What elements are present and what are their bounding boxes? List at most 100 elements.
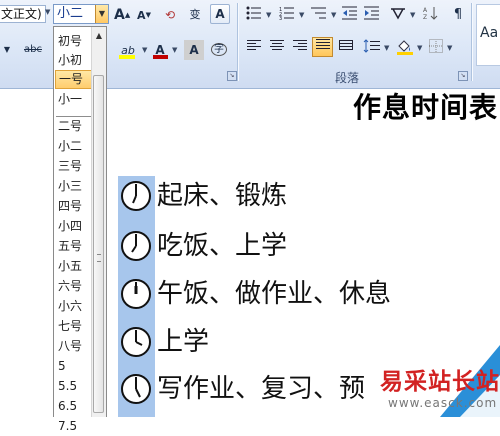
list-item-text: 起床、锻炼 bbox=[157, 181, 288, 211]
font-size-option[interactable]: 小三 bbox=[55, 177, 92, 196]
clear-formatting-icon: ⟲ bbox=[164, 8, 176, 22]
font-size-option[interactable]: 一号 bbox=[55, 70, 92, 89]
font-size-option[interactable]: 7.5 bbox=[55, 417, 92, 436]
align-right-icon bbox=[293, 40, 307, 50]
quick-styles-gallery[interactable]: Aa bbox=[476, 4, 500, 66]
decrease-indent-button[interactable] bbox=[340, 5, 360, 25]
grow-font-button[interactable]: A▲ bbox=[113, 5, 131, 25]
chinese-layout-button[interactable] bbox=[387, 5, 409, 25]
font-size-option[interactable]: 小五 bbox=[55, 257, 92, 276]
font-size-option[interactable]: 三号 bbox=[55, 157, 92, 176]
borders-button[interactable] bbox=[426, 38, 446, 58]
font-size-dropdown-button[interactable]: ▼ bbox=[95, 5, 108, 23]
strikethrough-button[interactable]: abc bbox=[18, 40, 48, 60]
sort-icon: AZ bbox=[423, 7, 438, 21]
multilevel-dropdown-icon[interactable]: ▼ bbox=[331, 11, 336, 19]
font-size-option[interactable]: 小四 bbox=[55, 217, 92, 236]
borders-dropdown-icon[interactable]: ▼ bbox=[447, 44, 452, 52]
chinese-layout-dropdown-icon[interactable]: ▼ bbox=[410, 11, 415, 19]
list-item-text: 吃饭、上学 bbox=[157, 231, 288, 261]
group-separator bbox=[237, 3, 238, 81]
font-size-option[interactable]: 小二 bbox=[55, 137, 92, 156]
shading-button[interactable] bbox=[394, 38, 416, 58]
bullets-button[interactable] bbox=[243, 5, 265, 25]
show-marks-button[interactable]: ¶ bbox=[448, 5, 468, 25]
scroll-up-arrow-icon[interactable]: ▲ bbox=[94, 31, 104, 41]
grow-font-icon: ▲ bbox=[124, 11, 131, 19]
watermark-url: www.easck.com bbox=[388, 396, 498, 410]
font-size-combo[interactable]: 小二 ▼ bbox=[53, 4, 109, 24]
font-color-dropdown-icon[interactable]: ▼ bbox=[172, 46, 177, 54]
group-separator bbox=[471, 3, 472, 81]
highlight-dropdown-icon[interactable]: ▼ bbox=[142, 46, 147, 54]
bullets-dropdown-icon[interactable]: ▼ bbox=[266, 11, 271, 19]
justify-button[interactable] bbox=[312, 37, 333, 57]
font-size-option[interactable]: 初号 bbox=[55, 32, 92, 51]
dropdown-scrollbar[interactable]: ▲ bbox=[91, 27, 106, 417]
font-color-button[interactable]: A bbox=[150, 40, 170, 60]
character-shading-icon: A bbox=[189, 43, 199, 57]
shrink-font-icon: ▼ bbox=[145, 11, 151, 19]
font-size-option[interactable]: 6.5 bbox=[55, 397, 92, 416]
font-size-option[interactable]: 二号 bbox=[55, 117, 92, 136]
clear-formatting-button[interactable]: ⟲ bbox=[160, 5, 180, 25]
font-size-option[interactable]: 六号 bbox=[55, 277, 92, 296]
svg-text:3: 3 bbox=[279, 16, 282, 20]
font-size-option[interactable]: 七号 bbox=[55, 317, 92, 336]
font-size-option[interactable]: 四号 bbox=[55, 197, 92, 216]
underline-dropdown-icon[interactable]: ▼ bbox=[0, 40, 14, 60]
multilevel-list-button[interactable] bbox=[308, 5, 330, 25]
phonetic-guide-button[interactable]: 变 bbox=[184, 5, 206, 25]
font-size-option[interactable]: 五号 bbox=[55, 237, 92, 256]
numbering-icon: 123 bbox=[279, 7, 294, 22]
numbering-dropdown-icon[interactable]: ▼ bbox=[299, 11, 304, 19]
scrollbar-thumb[interactable] bbox=[93, 75, 104, 413]
style-preview-text: Aa bbox=[480, 25, 499, 41]
line-spacing-button[interactable] bbox=[361, 38, 383, 58]
increase-indent-icon bbox=[364, 6, 379, 20]
align-left-icon bbox=[247, 40, 261, 50]
multilevel-list-icon bbox=[311, 7, 326, 19]
clock-2pm-icon bbox=[121, 327, 151, 357]
font-size-dropdown-list[interactable]: 初号 小初 一号 小一二号 小二 三号 小三 四号 小四 五号 小五 六号 小六 七号 八号 5 5.5 6.5 7… bbox=[53, 26, 107, 433]
text-highlight-button[interactable]: ab bbox=[115, 40, 141, 60]
enclose-characters-icon: 字 bbox=[211, 43, 227, 56]
phonetic-guide-icon: 变 bbox=[189, 8, 201, 21]
line-spacing-dropdown-icon[interactable]: ▼ bbox=[384, 44, 389, 52]
align-left-button[interactable] bbox=[244, 38, 264, 58]
enclose-characters-button[interactable]: 字 bbox=[208, 40, 230, 60]
font-size-option[interactable]: 5 bbox=[55, 357, 92, 376]
grow-font-label: A bbox=[114, 7, 125, 23]
font-size-option[interactable]: 小一 bbox=[55, 90, 92, 109]
font-size-option[interactable]: 5.5 bbox=[55, 377, 92, 396]
distributed-button[interactable] bbox=[336, 38, 356, 58]
font-size-option[interactable]: 小六 bbox=[55, 297, 92, 316]
character-border-button[interactable]: A bbox=[210, 4, 230, 24]
shrink-font-button[interactable]: A▼ bbox=[135, 5, 153, 25]
sort-button[interactable]: AZ bbox=[420, 5, 442, 25]
character-border-icon: A bbox=[215, 7, 225, 21]
align-right-button[interactable] bbox=[290, 38, 310, 58]
font-dialog-launcher-icon[interactable]: ↘ bbox=[227, 71, 237, 81]
numbering-button[interactable]: 123 bbox=[276, 5, 298, 25]
clock-12-icon bbox=[121, 279, 151, 309]
strikethrough-icon: abc bbox=[24, 44, 42, 55]
scrollbar-grip-icon bbox=[97, 254, 101, 262]
font-size-option[interactable]: 八号 bbox=[55, 337, 92, 356]
align-center-button[interactable] bbox=[267, 38, 287, 58]
paint-bucket-icon bbox=[397, 40, 413, 55]
increase-indent-button[interactable] bbox=[362, 5, 382, 25]
font-size-option[interactable]: 小初 bbox=[55, 51, 92, 70]
clock-5pm-icon bbox=[121, 374, 151, 404]
align-center-icon bbox=[270, 40, 284, 50]
font-size-value[interactable]: 小二 bbox=[57, 6, 83, 22]
paragraph-dialog-launcher-icon[interactable]: ↘ bbox=[458, 71, 468, 81]
document-title[interactable]: 作息时间表 bbox=[353, 86, 498, 126]
clock-7-icon bbox=[121, 231, 151, 261]
font-name-combo[interactable]: 文正文) bbox=[0, 5, 46, 23]
font-name-dropdown-icon[interactable]: ▼ bbox=[45, 8, 50, 16]
bullets-icon bbox=[246, 6, 261, 20]
character-shading-button[interactable]: A bbox=[184, 40, 204, 60]
shading-dropdown-icon[interactable]: ▼ bbox=[417, 44, 422, 52]
clock-7am-icon bbox=[121, 181, 151, 211]
